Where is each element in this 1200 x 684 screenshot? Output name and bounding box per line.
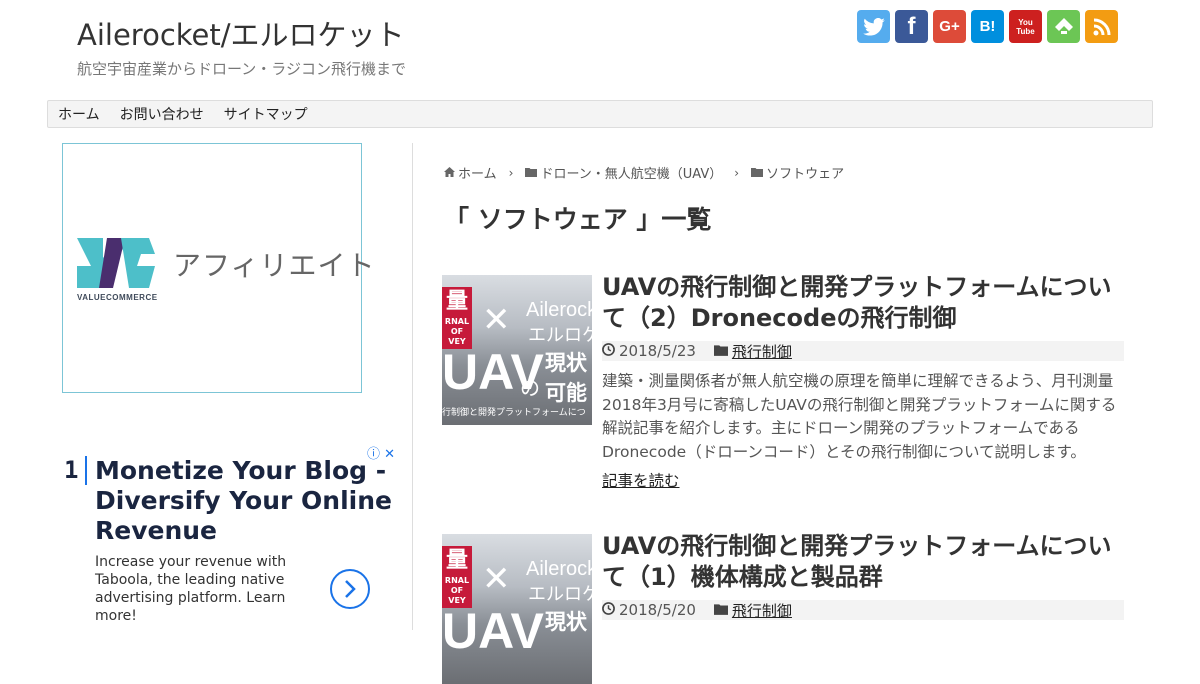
article-title[interactable]: UAVの飛行制御と開発プラットフォームについて（1）機体構成と製品群 — [602, 531, 1124, 593]
clock-icon — [602, 601, 615, 619]
article-date: 2018/5/20 — [619, 601, 696, 619]
valuecommerce-ad[interactable]: VALUECOMMERCE アフィリエイト — [62, 143, 374, 393]
folder-icon — [713, 342, 728, 360]
article-category-link[interactable]: 飛行制御 — [732, 341, 792, 362]
article-meta: 2018/5/20 飛行制御 — [602, 600, 1124, 620]
ad-number: 1 — [64, 456, 79, 484]
thumb-particle: の — [520, 376, 540, 400]
folder-icon — [713, 601, 728, 619]
article-thumbnail[interactable]: 量RNAL OF VEY ✕ Ailerocket エルロケット UAV 現状 — [442, 534, 592, 684]
close-icon: ✕ — [482, 300, 511, 340]
nav-item-contact[interactable]: お問い合わせ — [110, 104, 214, 124]
folder-icon — [751, 166, 764, 180]
magazine-tag: 量 RNAL OF VEY — [442, 287, 472, 349]
chevron-right-icon: › — [734, 165, 740, 180]
site-title[interactable]: Ailerocket/エルロケット — [77, 12, 405, 54]
home-icon — [444, 166, 455, 180]
thumb-line1: 現状 — [545, 351, 587, 375]
article-meta: 2018/5/23 飛行制御 — [602, 341, 1124, 361]
article-title[interactable]: UAVの飛行制御と開発プラットフォームについて（2）Dronecodeの飛行制御 — [602, 272, 1124, 334]
thumb-headline: UAV — [442, 603, 544, 659]
facebook-icon[interactable]: f — [895, 10, 928, 43]
twitter-icon[interactable] — [857, 10, 890, 43]
chevron-right-icon: › — [508, 165, 514, 180]
social-follow-buttons: f G+ B! You Tube — [857, 10, 1118, 43]
hatena-bookmark-icon[interactable]: B! — [971, 10, 1004, 43]
article-category-link[interactable]: 飛行制御 — [732, 600, 792, 621]
article-thumbnail[interactable]: 量RNAL OF VEY ✕ Ailerocket エルロケット UAV の 現… — [442, 275, 592, 425]
ad-body: Increase your revenue with Taboola, the … — [95, 554, 287, 624]
breadcrumb-category[interactable]: ドローン・無人航空機（UAV） — [540, 163, 722, 182]
folder-icon — [525, 166, 538, 180]
archive-title: 「 ソフトウェア 」一覧 — [444, 205, 712, 234]
thumb-brand-en: Ailerocket — [526, 299, 592, 321]
breadcrumb-current[interactable]: ソフトウェア — [766, 163, 844, 182]
article-date: 2018/5/23 — [619, 342, 696, 360]
main-navigation: ホーム お問い合わせ サイトマップ — [47, 100, 1153, 128]
valuecommerce-logo — [77, 238, 155, 288]
google-plus-icon[interactable]: G+ — [933, 10, 966, 43]
chevron-right-icon[interactable] — [330, 569, 370, 609]
affiliate-label: アフィリエイト — [173, 249, 376, 282]
thumb-subtitle: 行制御と開発プラットフォームにつ — [442, 408, 586, 418]
close-icon: ✕ — [482, 559, 511, 599]
nav-item-home[interactable]: ホーム — [48, 104, 110, 124]
ad-headline[interactable]: Monetize Your Blog - Diversify Your Onli… — [95, 456, 395, 546]
youtube-icon[interactable]: You Tube — [1009, 10, 1042, 43]
ad-number-divider — [85, 456, 87, 485]
article-entry: 量RNAL OF VEY ✕ Ailerocket エルロケット UAV 現状 … — [442, 531, 1124, 684]
nav-item-sitemap[interactable]: サイトマップ — [214, 104, 318, 124]
clock-icon — [602, 342, 615, 360]
valuecommerce-brand: VALUECOMMERCE — [77, 293, 158, 302]
breadcrumb: ホーム › ドローン・無人航空機（UAV） › ソフトウェア — [444, 163, 844, 182]
feedly-icon[interactable] — [1047, 10, 1080, 43]
thumb-line2: 可能 — [545, 381, 587, 405]
site-description: 航空宇宙産業からドローン・ラジコン飛行機まで — [77, 60, 406, 78]
column-divider — [412, 143, 413, 630]
rss-icon[interactable] — [1085, 10, 1118, 43]
read-more-link[interactable]: 記事を読む — [602, 469, 680, 491]
magazine-tag: 量 RNAL OF VEY — [442, 546, 472, 608]
breadcrumb-home[interactable]: ホーム — [458, 163, 497, 182]
thumb-brand-en: Ailerocket — [526, 558, 592, 580]
taboola-ad[interactable]: ⓘ ✕ 1 Monetize Your Blog - Diversify You… — [62, 440, 402, 630]
article-entry: 量RNAL OF VEY ✕ Ailerocket エルロケット UAV の 現… — [442, 272, 1124, 495]
article-excerpt: 建築・測量関係者が無人航空機の原理を簡単に理解できるよう、月刊測量 2018年3… — [602, 372, 1117, 461]
thumb-line1: 現状 — [545, 610, 587, 634]
